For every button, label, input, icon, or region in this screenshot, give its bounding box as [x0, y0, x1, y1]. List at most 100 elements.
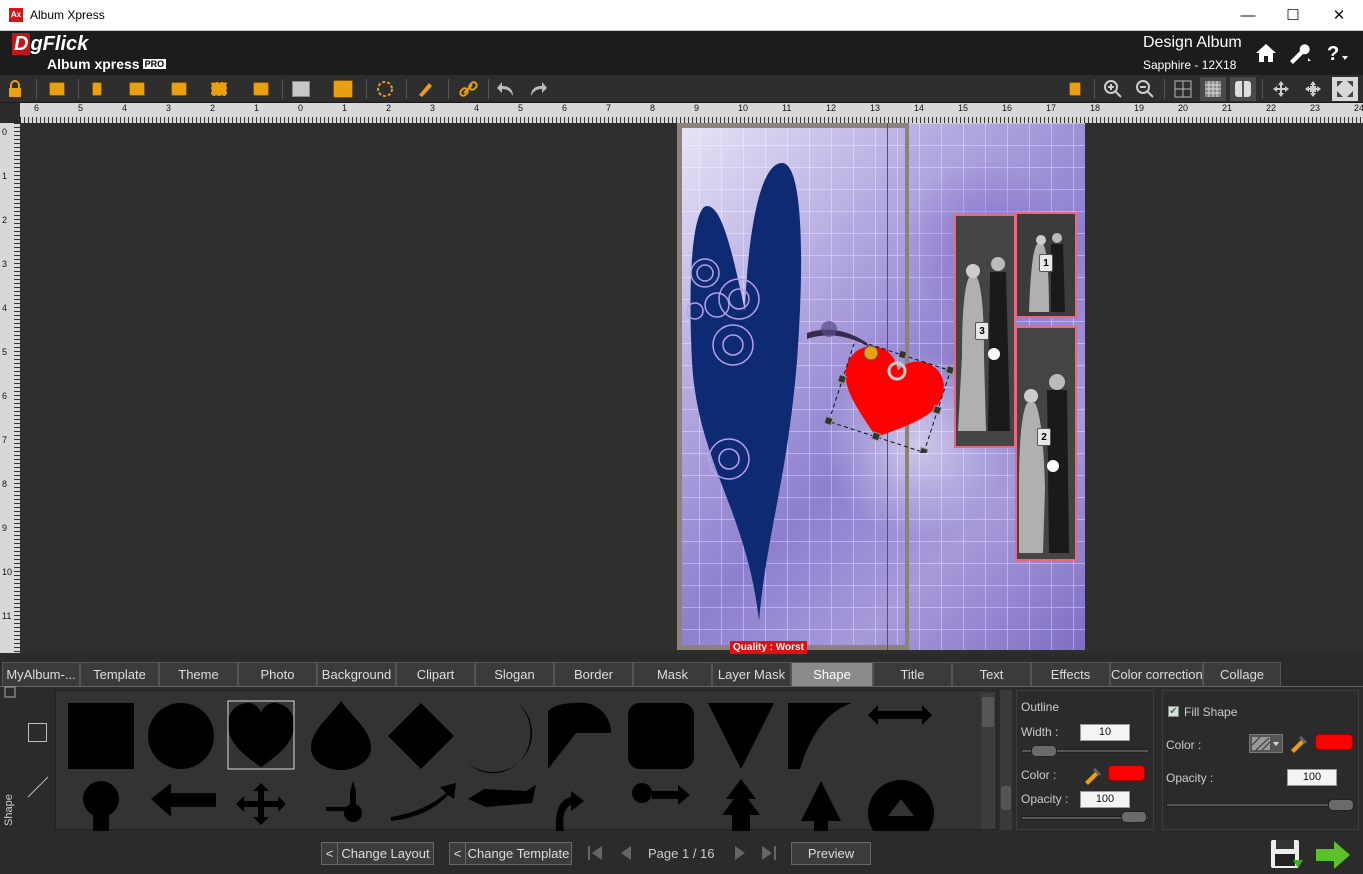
tab-mask[interactable]: Mask: [633, 662, 712, 686]
tab-photo[interactable]: Photo: [238, 662, 317, 686]
tab-slogan[interactable]: Slogan: [475, 662, 554, 686]
tab-effects[interactable]: Effects: [1031, 662, 1110, 686]
outline-width-input[interactable]: 10: [1080, 724, 1130, 741]
send-back-button[interactable]: [248, 77, 274, 101]
next-page-icon[interactable]: [729, 843, 749, 863]
tab-background[interactable]: Background: [317, 662, 396, 686]
grid-layout-button[interactable]: [288, 77, 314, 101]
last-page-icon[interactable]: [759, 843, 779, 863]
preview-button[interactable]: Preview: [791, 842, 871, 865]
window-titlebar: Ax Album Xpress — ☐ ✕: [0, 0, 1363, 31]
outline-width-thumb[interactable]: [1031, 745, 1057, 757]
h-ruler-tick: 4: [122, 103, 128, 113]
spread-view-button[interactable]: [1230, 77, 1256, 101]
grid-toggle-button[interactable]: [1200, 77, 1226, 101]
grid-orange-button[interactable]: [330, 77, 356, 101]
h-ruler-tick: 20: [1178, 103, 1189, 113]
h-ruler-tick: 3: [430, 103, 436, 113]
tab-clipart[interactable]: Clipart: [396, 662, 475, 686]
double-arrow-shape: [868, 705, 932, 725]
fill-opacity-thumb[interactable]: [1328, 799, 1354, 811]
next-arrow-icon[interactable]: [1314, 838, 1352, 872]
fit-frame-icon: [211, 82, 227, 96]
fit-page-button[interactable]: [1332, 77, 1358, 101]
maximize-button[interactable]: ☐: [1270, 0, 1316, 31]
pattern-dropdown[interactable]: [1249, 734, 1283, 753]
minimize-button[interactable]: —: [1225, 0, 1271, 31]
change-layout-button[interactable]: < Change Layout: [321, 842, 434, 865]
square-shape: [68, 703, 134, 769]
link-icon: [459, 81, 478, 97]
pencil-button[interactable]: [412, 77, 438, 101]
close-button[interactable]: ✕: [1316, 0, 1362, 31]
outline-opacity-thumb[interactable]: [1121, 811, 1147, 823]
undo-button[interactable]: [494, 77, 520, 101]
help-icon[interactable]: ?: [1324, 42, 1352, 64]
lock-button[interactable]: [2, 77, 28, 101]
first-page-icon[interactable]: [585, 843, 605, 863]
zoom-in-button[interactable]: [1100, 77, 1126, 101]
tab-myalbum[interactable]: MyAlbum-...: [2, 662, 80, 686]
zoom-in-icon: [1104, 80, 1122, 98]
eyedropper-icon[interactable]: [1081, 763, 1103, 785]
line-tool-icon[interactable]: [26, 775, 50, 799]
outline-color-swatch[interactable]: [1108, 765, 1145, 781]
photo-frame-2[interactable]: 2: [1015, 326, 1077, 561]
photo-number: 3: [975, 322, 989, 340]
rect-tool-icon[interactable]: [28, 723, 47, 742]
outline-opacity-label: Opacity :: [1021, 792, 1069, 806]
h-ruler-tick: 7: [606, 103, 612, 113]
panel-icon: [4, 686, 16, 698]
save-icon[interactable]: [1269, 838, 1305, 872]
triangle-down-shape: [708, 703, 774, 769]
center-button[interactable]: [1300, 77, 1326, 101]
h-ruler-tick: 2: [210, 103, 216, 113]
outline-opacity-input[interactable]: 100: [1080, 791, 1130, 808]
layers-button[interactable]: [1062, 77, 1088, 101]
v-ruler-tick: 11: [2, 611, 12, 621]
tab-border[interactable]: Border: [554, 662, 633, 686]
tab-shape[interactable]: Shape: [791, 662, 873, 686]
tab-collage[interactable]: Collage: [1203, 662, 1281, 686]
grid-orange-icon: [333, 80, 353, 98]
gallery-scrollbar[interactable]: [1000, 690, 1012, 830]
fill-eyedropper-icon[interactable]: [1287, 731, 1309, 753]
prev-page-icon[interactable]: [617, 843, 637, 863]
fill-color-swatch[interactable]: [1315, 734, 1353, 750]
tab-text[interactable]: Text: [952, 662, 1031, 686]
rotate-button[interactable]: [372, 77, 398, 101]
align-top-button[interactable]: [124, 77, 150, 101]
tab-title[interactable]: Title: [873, 662, 952, 686]
photo-frame-1[interactable]: 1: [1015, 212, 1077, 318]
change-template-button[interactable]: < Change Template: [449, 842, 572, 865]
spread-icon: [1235, 81, 1251, 97]
red-heart-shape[interactable]: [825, 343, 953, 453]
arrange-button[interactable]: [44, 77, 70, 101]
link-button[interactable]: [456, 77, 482, 101]
pencil-icon: [419, 83, 432, 97]
h-ruler-tick: 4: [474, 103, 480, 113]
fill-opacity-slider[interactable]: [1166, 803, 1353, 807]
zoom-out-button[interactable]: [1132, 77, 1158, 101]
navy-heart-clipart[interactable]: [687, 161, 817, 631]
home-icon[interactable]: [1254, 42, 1278, 64]
tab-color-correction[interactable]: Color correction: [1110, 662, 1203, 686]
album-page[interactable]: 3 1 2: [677, 123, 1085, 650]
align-left-button[interactable]: [84, 77, 110, 101]
fill-shape-checkbox[interactable]: ✔: [1168, 706, 1179, 717]
photo-frame-3[interactable]: 3: [954, 214, 1016, 448]
align-bottom-icon: [171, 82, 187, 96]
h-ruler-tick: 14: [914, 103, 925, 113]
fill-opacity-input[interactable]: 100: [1287, 769, 1337, 786]
move-button[interactable]: [1268, 77, 1294, 101]
guides-button[interactable]: [1170, 77, 1196, 101]
h-ruler-tick: 22: [1266, 103, 1277, 113]
tab-layer-mask[interactable]: Layer Mask: [712, 662, 791, 686]
redo-button[interactable]: [524, 77, 550, 101]
tab-template[interactable]: Template: [80, 662, 159, 686]
wrench-icon[interactable]: [1286, 42, 1312, 64]
tab-theme[interactable]: Theme: [159, 662, 238, 686]
h-ruler-tick: 5: [518, 103, 524, 113]
fit-frame-button[interactable]: [206, 77, 232, 101]
align-bottom-button[interactable]: [166, 77, 192, 101]
